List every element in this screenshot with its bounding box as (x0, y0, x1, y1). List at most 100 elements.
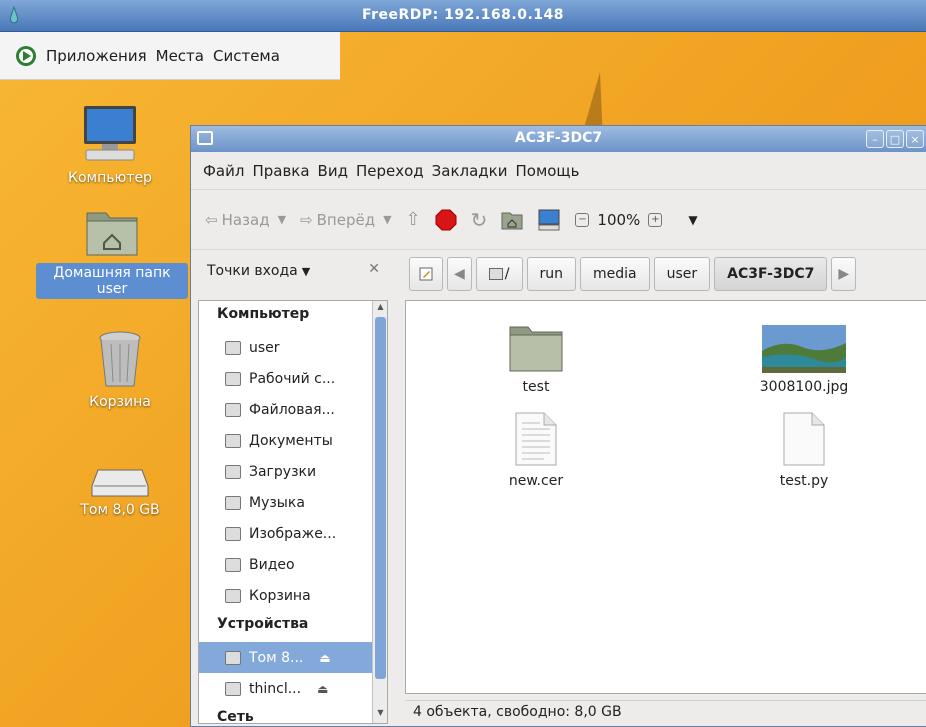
window-title: AC3F-3DC7 (514, 130, 603, 146)
sidebar-item-music[interactable]: Музыка (199, 487, 387, 518)
sidebar-item-volume[interactable]: Том 8... ⏏ (199, 642, 387, 673)
desktop-folder-icon (225, 371, 241, 386)
desktop-icon-label: Корзина (89, 394, 151, 410)
sidebar-item-downloads[interactable]: Загрузки (199, 456, 387, 487)
sidebar-item-label: thincl... (249, 680, 302, 697)
sidebar-item-documents[interactable]: Документы (199, 425, 387, 456)
sidebar-mode-label: Точки входа (207, 263, 298, 279)
desktop-icon-label: Домашняя папк (53, 265, 171, 281)
back-button[interactable]: ⇦ Назад ▼ (205, 211, 286, 229)
folder-icon (509, 326, 563, 372)
rdp-titlebar[interactable]: FreeRDP: 192.168.0.148 (0, 0, 926, 32)
forward-dropdown-icon[interactable]: ▼ (383, 213, 391, 226)
file-manager-window: AC3F-3DC7 – □ × Файл Правка Вид Переход … (190, 125, 926, 727)
sidebar-scrollbar[interactable]: ▲ ▼ (372, 301, 387, 723)
sidebar-header[interactable]: Точки входа ▼ ✕ (191, 251, 394, 291)
scroll-up-icon[interactable]: ▲ (374, 302, 387, 316)
sidebar-section-computer: Компьютер (217, 306, 310, 322)
sidebar-item-label: Музыка (249, 494, 305, 511)
path-current-button[interactable]: AC3F-3DC7 (714, 257, 828, 291)
close-button[interactable]: × (906, 130, 924, 148)
menu-view[interactable]: Вид (318, 162, 348, 180)
path-run-button[interactable]: run (526, 257, 577, 291)
sidebar-item-videos[interactable]: Видео (199, 549, 387, 580)
computer-button[interactable] (537, 209, 561, 231)
sidebar-item-desktop[interactable]: Рабочий с... (199, 363, 387, 394)
menu-edit[interactable]: Правка (252, 162, 309, 180)
sidebar-item-label: Загрузки (249, 463, 317, 480)
reload-button[interactable]: ↻ (471, 208, 488, 232)
path-user-button[interactable]: user (653, 257, 711, 291)
sidebar-item-trash[interactable]: Корзина (199, 580, 387, 611)
home-icon (501, 212, 523, 229)
desktop-icon-trash[interactable]: Корзина (60, 330, 180, 410)
path-bar: ◀ / run media user AC3F-3DC7 ▶ (409, 257, 857, 291)
music-folder-icon (225, 495, 241, 510)
stop-button[interactable] (435, 209, 457, 231)
back-dropdown-icon[interactable]: ▼ (278, 213, 286, 226)
window-titlebar[interactable]: AC3F-3DC7 – □ × (191, 126, 926, 152)
file-item-jpg[interactable]: 3008100.jpg (734, 307, 874, 395)
edit-location-button[interactable] (409, 257, 443, 291)
zoom-in-button[interactable]: + (648, 212, 663, 227)
pictures-folder-icon (225, 526, 241, 541)
desktop-icon-home[interactable]: Домашняя папк user (36, 207, 188, 299)
sidebar-item-label: Видео (249, 556, 295, 573)
path-media-button[interactable]: media (580, 257, 650, 291)
home-icon (225, 340, 241, 355)
minimize-button[interactable]: – (866, 130, 884, 148)
menu-applications[interactable]: Приложения (46, 47, 147, 65)
sidebar-item-thinclient[interactable]: thincl... ⏏ (199, 673, 387, 704)
image-thumbnail-icon (762, 325, 846, 373)
toolbar: ⇦ Назад ▼ ⇨ Вперёд ▼ ⇧ ↻ − 100% + ▼ (191, 190, 926, 250)
file-item-test-py[interactable]: test.py (734, 401, 874, 489)
sidebar-item-user[interactable]: user (199, 332, 387, 363)
back-arrow-icon: ⇦ (205, 210, 218, 229)
filesystem-icon (488, 268, 503, 280)
sidebar-close-icon[interactable]: ✕ (368, 261, 380, 277)
file-name: 3008100.jpg (759, 379, 849, 395)
scrollbar-thumb[interactable] (375, 317, 386, 679)
menu-file[interactable]: Файл (203, 162, 244, 180)
menu-system[interactable]: Система (213, 47, 280, 65)
up-button[interactable]: ⇧ (406, 209, 421, 230)
file-item-new-cer[interactable]: new.cer (466, 401, 606, 489)
eject-icon[interactable]: ⏏ (317, 682, 328, 696)
maximize-button[interactable]: □ (886, 130, 904, 148)
menu-places[interactable]: Места (156, 47, 204, 65)
sidebar-item-label: Изображе... (249, 525, 337, 542)
eject-icon[interactable]: ⏏ (319, 651, 330, 665)
path-root-button[interactable]: / (475, 257, 523, 291)
trash-icon (99, 331, 141, 387)
toolbar-overflow-button[interactable]: ▼ (688, 213, 697, 227)
videos-folder-icon (225, 557, 241, 572)
sidebar-item-label: Файловая... (249, 401, 335, 418)
menu-go[interactable]: Переход (356, 162, 424, 180)
zoom-out-button[interactable]: − (575, 212, 590, 227)
zoom-in-icon: + (648, 212, 663, 227)
sidebar-item-label: Том 8... (249, 649, 304, 666)
file-item-test-folder[interactable]: test (466, 307, 606, 395)
rdp-title: FreeRDP: 192.168.0.148 (361, 7, 565, 23)
desktop-icon-computer[interactable]: Компьютер (50, 104, 170, 186)
zoom-out-icon: − (575, 212, 590, 227)
home-button[interactable] (501, 210, 523, 230)
path-scroll-left-button[interactable]: ◀ (447, 257, 472, 291)
scroll-down-icon[interactable]: ▼ (374, 708, 387, 722)
chevron-down-icon: ▼ (688, 212, 698, 227)
desktop-icon-volume[interactable]: Том 8,0 GB (60, 468, 180, 518)
filesystem-icon (225, 402, 241, 417)
path-scroll-right-button[interactable]: ▶ (831, 257, 857, 291)
documents-folder-icon (225, 433, 241, 448)
file-name: test (522, 379, 550, 395)
file-view: test 3008100.jpg new.cer test.py (405, 300, 926, 694)
forward-button[interactable]: ⇨ Вперёд ▼ (300, 211, 392, 229)
desktop-icon-label: Компьютер (68, 170, 152, 186)
home-folder-icon (86, 212, 138, 256)
computer-icon (538, 209, 560, 230)
menu-bookmarks[interactable]: Закладки (432, 162, 508, 180)
sidebar-item-filesystem[interactable]: Файловая... (199, 394, 387, 425)
sidebar-item-pictures[interactable]: Изображе... (199, 518, 387, 549)
menu-help[interactable]: Помощь (515, 162, 579, 180)
sidebar-item-label: user (249, 339, 280, 356)
